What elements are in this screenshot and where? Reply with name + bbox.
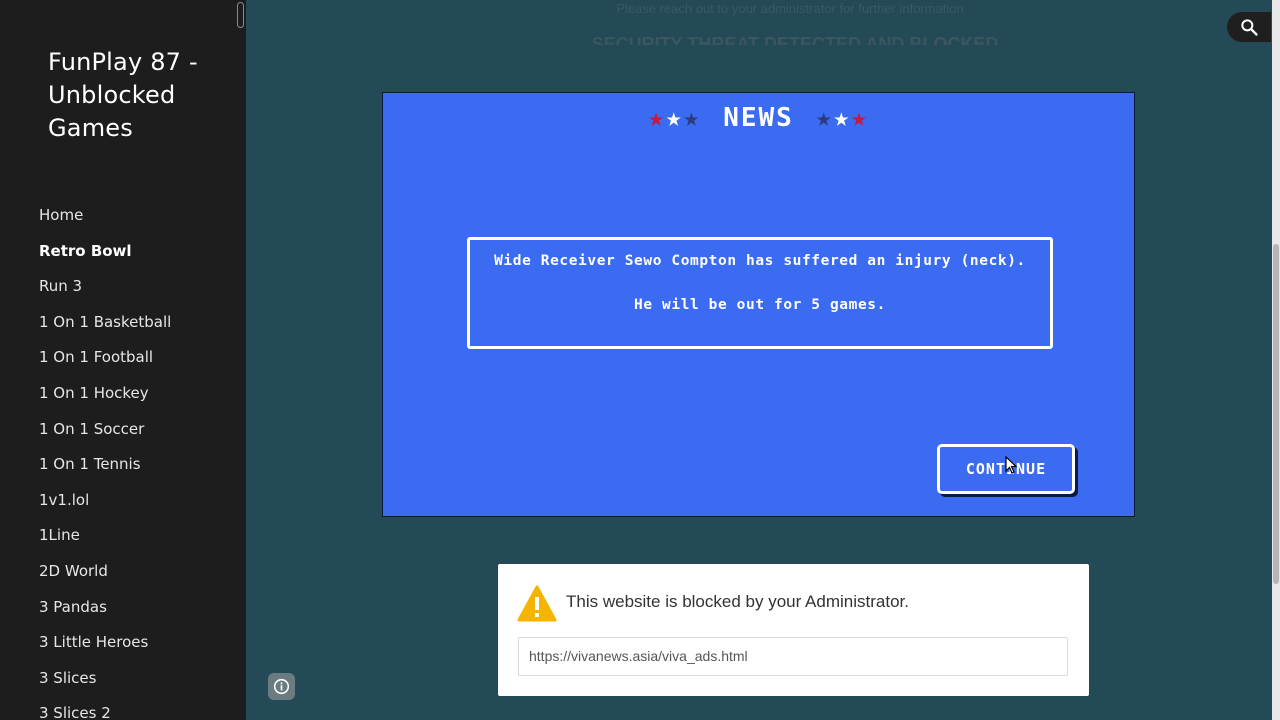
- site-title[interactable]: FunPlay 87 - Unblocked Games: [48, 46, 238, 145]
- background-notice-heading: SECURITY THREAT DETECTED AND BLOCKED: [591, 34, 999, 45]
- sidebar-item-3-pandas[interactable]: 3 Pandas: [39, 590, 171, 626]
- sidebar-item-1line[interactable]: 1Line: [39, 518, 171, 554]
- info-icon: [273, 678, 290, 695]
- news-message-line2: He will be out for 5 games.: [634, 297, 886, 313]
- background-notice-text: Please reach out to your administrator f…: [616, 1, 964, 16]
- sidebar-item-1on1-soccer[interactable]: 1 On 1 Soccer: [39, 412, 171, 448]
- sidebar-item-3-little-heroes[interactable]: 3 Little Heroes: [39, 625, 171, 661]
- sidebar: FunPlay 87 - Unblocked Games Home Retro …: [0, 0, 246, 720]
- page-scrollbar-thumb[interactable]: [1273, 244, 1279, 584]
- star-icon: ★: [833, 103, 852, 133]
- sidebar-scroll-handle[interactable]: [237, 2, 244, 28]
- star-icon: ★: [683, 103, 702, 133]
- news-title: NEWS: [723, 103, 794, 133]
- blocked-notice-card: This website is blocked by your Administ…: [498, 564, 1089, 696]
- game-frame[interactable]: ★★★ NEWS ★★★ Wide Receiver Sewo Compton ha…: [382, 92, 1135, 517]
- warning-icon: [517, 585, 557, 622]
- sidebar-item-2d-world[interactable]: 2D World: [39, 554, 171, 590]
- sidebar-item-run-3[interactable]: Run 3: [39, 269, 171, 305]
- sidebar-item-1on1-football[interactable]: 1 On 1 Football: [39, 340, 171, 376]
- search-button[interactable]: [1227, 12, 1271, 42]
- star-icon: ★: [665, 103, 684, 133]
- sidebar-item-1on1-hockey[interactable]: 1 On 1 Hockey: [39, 376, 171, 412]
- sidebar-item-1on1-basketball[interactable]: 1 On 1 Basketball: [39, 305, 171, 341]
- news-message-box: Wide Receiver Sewo Compton has suffered …: [467, 237, 1053, 349]
- star-icon: ★: [648, 103, 666, 133]
- mouse-cursor-icon: [1005, 455, 1018, 474]
- sidebar-item-home[interactable]: Home: [39, 198, 171, 234]
- sidebar-item-retro-bowl[interactable]: Retro Bowl: [39, 234, 171, 270]
- blocked-message: This website is blocked by your Administ…: [566, 592, 909, 611]
- sidebar-item-1on1-tennis[interactable]: 1 On 1 Tennis: [39, 447, 171, 483]
- star-icon: ★: [815, 103, 834, 133]
- blocked-url-field[interactable]: https://vivanews.asia/viva_ads.html: [518, 637, 1068, 676]
- sidebar-item-3-slices[interactable]: 3 Slices: [39, 661, 171, 697]
- news-header: ★★★ NEWS ★★★: [383, 103, 1134, 133]
- sidebar-nav: Home Retro Bowl Run 3 1 On 1 Basketball …: [39, 198, 171, 720]
- sidebar-item-3-slices-2[interactable]: 3 Slices 2: [39, 696, 171, 720]
- sidebar-item-1v1-lol[interactable]: 1v1.lol: [39, 483, 171, 519]
- news-message-line1: Wide Receiver Sewo Compton has suffered …: [494, 253, 1026, 269]
- search-icon: [1241, 19, 1258, 36]
- star-icon: ★: [851, 103, 869, 133]
- info-button[interactable]: [268, 673, 295, 700]
